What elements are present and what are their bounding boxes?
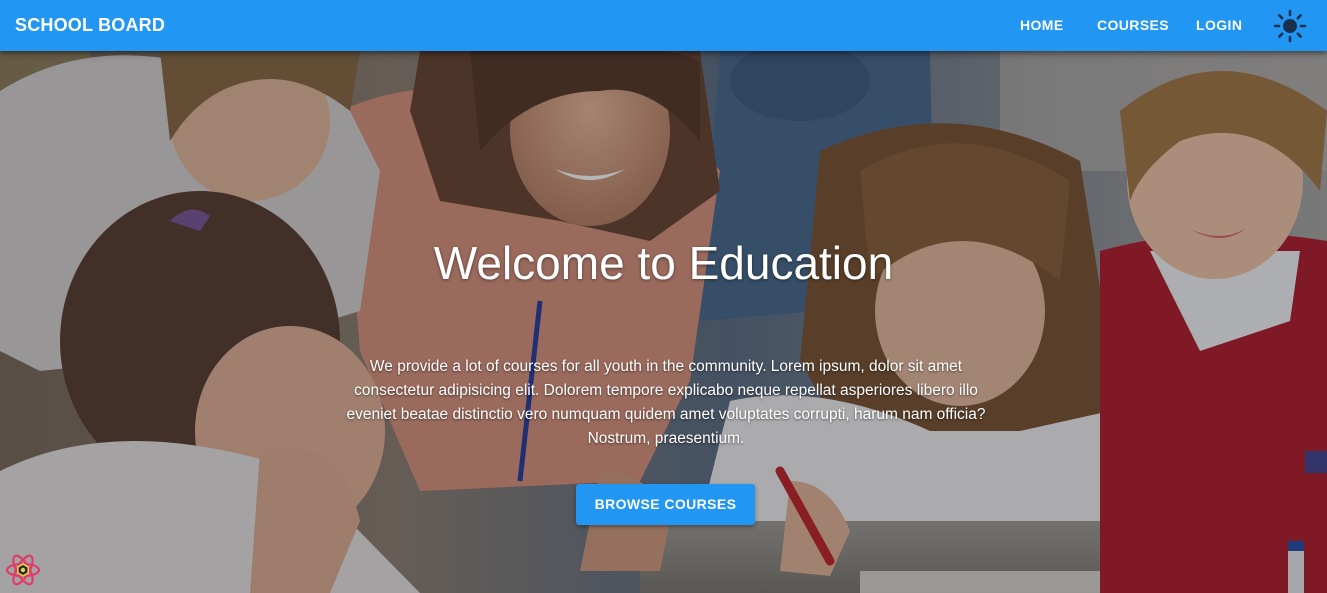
theme-toggle-button[interactable] [1271, 9, 1309, 43]
top-app-bar: SCHOOL BOARD HOME COURSES LOGIN [0, 0, 1327, 51]
nav-courses-button[interactable]: COURSES [1091, 12, 1175, 38]
hero-title: Welcome to Education [433, 237, 894, 289]
hero-section: Welcome to Education We provide a lot of… [0, 51, 1327, 593]
page: SCHOOL BOARD HOME COURSES LOGIN Welcome … [0, 0, 1327, 593]
react-devtools-button[interactable] [4, 552, 42, 588]
sun-icon [1273, 9, 1307, 43]
nav-home-button[interactable]: HOME [1014, 12, 1070, 38]
brand-title[interactable]: SCHOOL BOARD [15, 15, 165, 36]
hero-description: We provide a lot of courses for all yout… [346, 358, 986, 447]
browse-courses-button[interactable]: BROWSE COURSES [576, 484, 755, 525]
react-devtools-icon [5, 554, 41, 586]
nav-login-button[interactable]: LOGIN [1190, 12, 1248, 38]
